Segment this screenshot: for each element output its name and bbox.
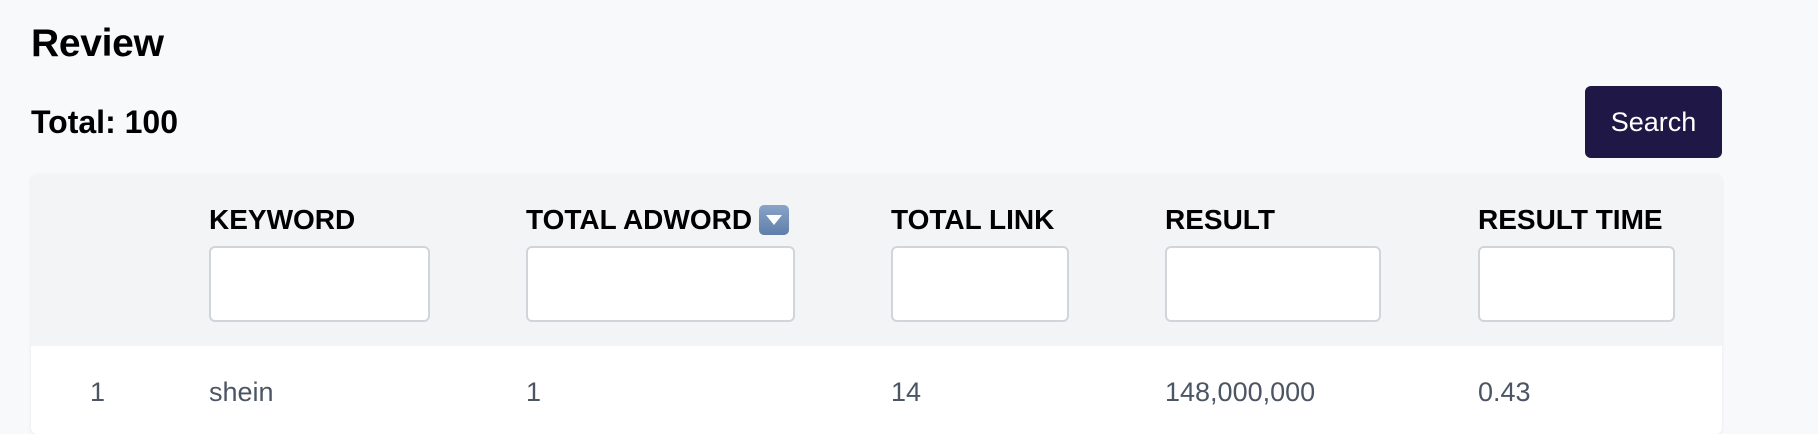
result-filter-input[interactable] (1165, 246, 1381, 322)
column-label-keyword: KEYWORD (209, 204, 356, 235)
column-label-result: RESULT (1165, 204, 1275, 235)
column-label-total-link: TOTAL LINK (891, 204, 1055, 235)
row-total-adword: 1 (526, 377, 542, 407)
column-header-keyword[interactable]: KEYWORD (209, 202, 355, 238)
row-result-time: 0.43 (1478, 377, 1531, 407)
column-header-result-time[interactable]: RESULT TIME (1478, 202, 1663, 238)
total-adword-filter-input[interactable] (526, 246, 795, 322)
row-total-link: 14 (891, 377, 922, 407)
keyword-filter-input[interactable] (209, 246, 430, 322)
table-header: KEYWORD TOTAL ADWORD TOTAL LINK RESULT R… (31, 174, 1722, 346)
search-button[interactable]: Search (1585, 86, 1722, 158)
row-result: 148,000,000 (1165, 377, 1316, 407)
column-header-result[interactable]: RESULT (1165, 202, 1275, 238)
column-header-total-adword[interactable]: TOTAL ADWORD (526, 202, 790, 238)
column-header-total-link[interactable]: TOTAL LINK (891, 202, 1054, 238)
column-label-total-adword-text: TOTAL ADWORD (526, 204, 753, 235)
sort-down-icon[interactable] (759, 205, 790, 235)
result-time-filter-input[interactable] (1478, 246, 1675, 322)
total-count: Total: 100 (31, 104, 178, 140)
data-table: KEYWORD TOTAL ADWORD TOTAL LINK RESULT R… (31, 174, 1722, 434)
column-label-total-adword: TOTAL ADWORD (526, 202, 790, 238)
row-index: 1 (90, 377, 106, 407)
table-row[interactable]: 1 shein 1 14 148,000,000 0.43 (31, 374, 1722, 434)
column-label-result-time: RESULT TIME (1478, 204, 1663, 235)
page-title: Review (31, 22, 164, 65)
row-keyword: shein (209, 377, 274, 407)
total-link-filter-input[interactable] (891, 246, 1069, 322)
